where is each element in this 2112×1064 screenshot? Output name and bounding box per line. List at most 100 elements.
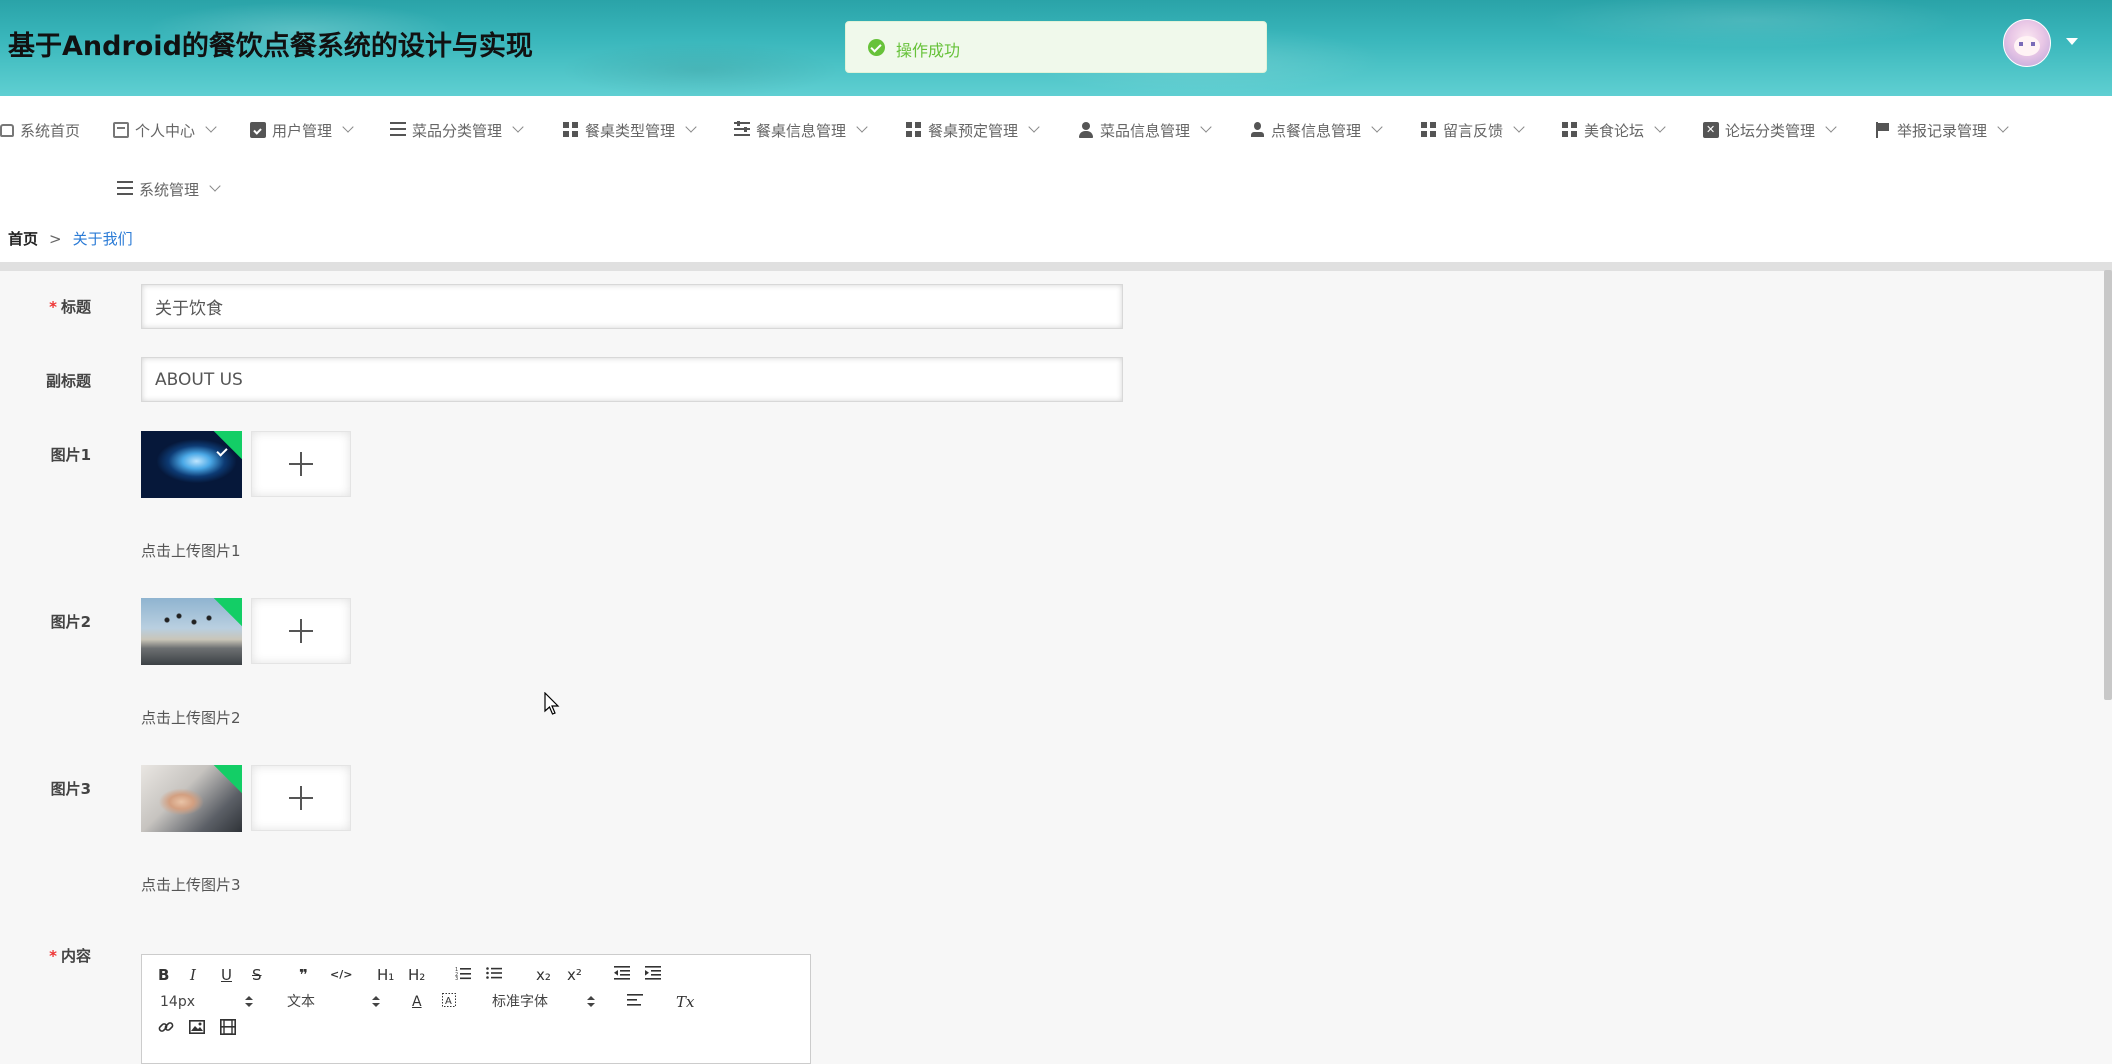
underline-button[interactable]: U: [221, 965, 232, 985]
strike-button[interactable]: S: [252, 965, 262, 985]
title-input[interactable]: 关于饮食: [141, 284, 1123, 329]
title-label-text: 标题: [60, 298, 91, 316]
nav-item-table-reservation[interactable]: 餐桌预定管理: [906, 118, 1040, 142]
font-size-select[interactable]: 14px: [160, 992, 255, 1012]
subscript-button[interactable]: x₂: [536, 965, 551, 985]
h1-button[interactable]: H₁: [377, 965, 394, 985]
bullet-list-icon[interactable]: [486, 965, 502, 985]
svg-text:A: A: [445, 996, 452, 1007]
nav-label: 论坛分类管理: [1725, 121, 1816, 140]
check-icon: [216, 445, 228, 457]
nav-item-dish-category[interactable]: 菜品分类管理: [390, 118, 524, 142]
nav-item-table-type[interactable]: 餐桌类型管理: [563, 118, 697, 142]
clean-format-button[interactable]: Tx: [676, 992, 694, 1012]
nav-item-dish-info[interactable]: 菜品信息管理: [1078, 118, 1212, 142]
indent-icon[interactable]: [645, 965, 661, 985]
chevron-down-icon: [1997, 121, 2009, 133]
upload-button-2[interactable]: [251, 598, 351, 664]
nav-label: 举报记录管理: [1897, 121, 1988, 140]
chevron-down-icon: [1513, 121, 1525, 133]
nav-label: 个人中心: [135, 121, 196, 140]
font-color-icon[interactable]: A: [412, 992, 422, 1012]
nav-label: 餐桌类型管理: [585, 121, 676, 140]
required-mark: *: [49, 298, 57, 316]
upload-hint-1: 点击上传图片1: [141, 542, 241, 560]
nav-item-food-forum[interactable]: 美食论坛: [1562, 118, 1666, 142]
font-family-select[interactable]: 标准字体: [492, 992, 597, 1012]
link-icon[interactable]: [158, 1019, 174, 1039]
select-arrows-icon: [245, 996, 253, 1008]
upload-success-badge: [213, 431, 242, 460]
quote-button[interactable]: ❞: [299, 965, 308, 985]
background-color-icon[interactable]: A: [442, 992, 456, 1012]
breadcrumb-home[interactable]: 首页: [8, 230, 38, 248]
chevron-down-icon: [1028, 121, 1040, 133]
sliders-icon: [734, 121, 750, 138]
scrollbar[interactable]: [2104, 270, 2112, 700]
svg-text:3: 3: [455, 976, 458, 980]
chevron-down-icon: [342, 121, 354, 133]
menu-icon: [117, 181, 133, 197]
flag-icon: [1875, 122, 1891, 138]
grid-icon: [1421, 122, 1437, 138]
bold-button[interactable]: B: [158, 965, 169, 985]
nav-item-home[interactable]: 系统首页: [0, 118, 80, 142]
upload-button-1[interactable]: [251, 431, 351, 497]
nav-item-order-info[interactable]: 点餐信息管理: [1249, 118, 1383, 142]
nav-item-table-info[interactable]: 餐桌信息管理: [734, 118, 868, 142]
avatar[interactable]: [2003, 19, 2051, 67]
chevron-down-icon: [1200, 121, 1212, 133]
content-label: * 内容: [0, 945, 91, 966]
uploaded-image-2[interactable]: [141, 598, 242, 665]
nav-label: 菜品分类管理: [412, 121, 503, 140]
nav-label: 点餐信息管理: [1271, 121, 1362, 140]
header-select-value: 文本: [287, 994, 315, 1010]
required-mark: *: [49, 947, 57, 965]
card-icon: [113, 122, 129, 138]
ordered-list-icon[interactable]: 123: [455, 965, 471, 985]
upload-button-3[interactable]: [251, 765, 351, 831]
image3-label: 图片3: [50, 780, 91, 798]
subtitle-input[interactable]: ABOUT US: [141, 357, 1123, 402]
clipboard-check-icon: [250, 122, 266, 138]
upload-success-badge: [213, 765, 242, 794]
nav-item-forum-category[interactable]: 论坛分类管理: [1703, 118, 1837, 142]
select-arrows-icon: [372, 996, 380, 1008]
breadcrumb-current: 关于我们: [72, 230, 133, 248]
image-icon[interactable]: [189, 1019, 205, 1039]
align-icon[interactable]: [627, 992, 643, 1012]
nav-item-personal-center[interactable]: 个人中心: [113, 118, 217, 142]
lines-icon: [390, 122, 406, 138]
code-button[interactable]: </>: [330, 965, 352, 985]
divider: [0, 262, 2112, 271]
nav-label: 系统管理: [139, 180, 200, 199]
nav-item-report-records[interactable]: 举报记录管理: [1875, 118, 2009, 142]
video-icon[interactable]: [220, 1019, 236, 1039]
upload-success-badge: [213, 598, 242, 627]
chevron-down-icon: [1371, 121, 1383, 133]
nav-item-feedback[interactable]: 留言反馈: [1421, 118, 1525, 142]
uploaded-image-3[interactable]: [141, 765, 242, 832]
caret-down-icon[interactable]: [2066, 38, 2078, 45]
uploaded-image-1[interactable]: [141, 431, 242, 498]
nav-label: 留言反馈: [1443, 121, 1504, 140]
superscript-button[interactable]: x²: [567, 965, 582, 985]
nav-label: 用户管理: [272, 121, 333, 140]
font-size-value: 14px: [160, 994, 195, 1010]
plus-icon: [289, 786, 313, 810]
chevron-down-icon: [1825, 121, 1837, 133]
header-select[interactable]: 文本: [287, 992, 382, 1012]
chevron-down-icon: [685, 121, 697, 133]
nav-item-system-management[interactable]: 系统管理: [117, 177, 221, 201]
italic-button[interactable]: I: [190, 965, 196, 985]
outdent-icon[interactable]: [614, 965, 630, 985]
grid-icon: [1562, 122, 1578, 138]
chevron-down-icon: [1654, 121, 1666, 133]
h2-button[interactable]: H₂: [408, 965, 425, 985]
nav-label: 美食论坛: [1584, 121, 1645, 140]
chevron-down-icon: [209, 180, 221, 192]
chevron-down-icon: [512, 121, 524, 133]
user-icon: [1249, 122, 1265, 138]
nav-item-user-management[interactable]: 用户管理: [250, 118, 354, 142]
grid-icon: [906, 122, 922, 138]
